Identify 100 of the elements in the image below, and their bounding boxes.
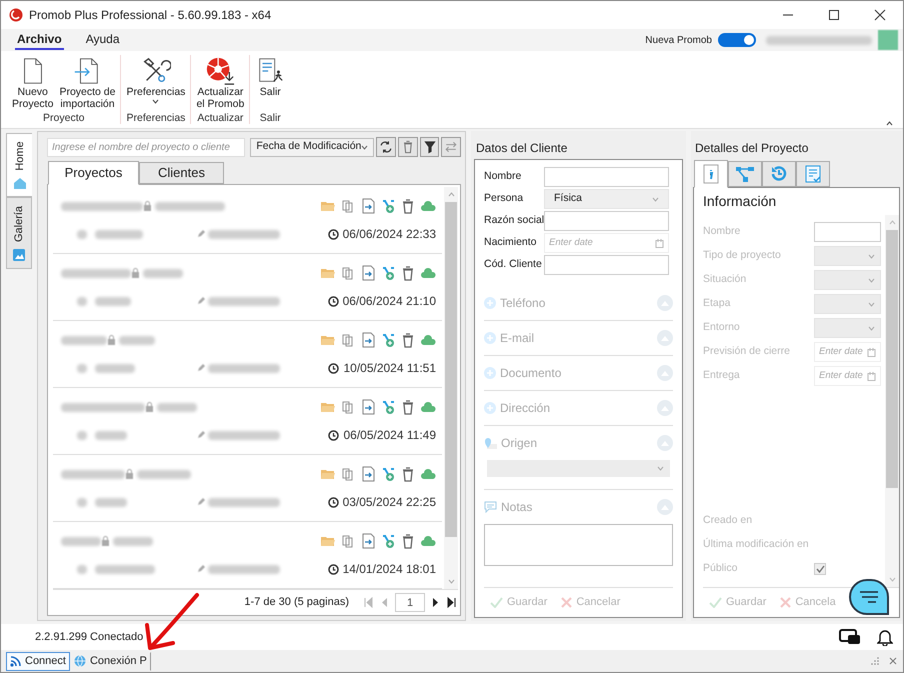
x-icon [561,597,572,608]
calendar-icon [867,372,876,380]
field-label: Tipo de proyecto [703,248,782,264]
text-field[interactable] [544,255,669,275]
detail-tab[interactable] [762,161,796,187]
list-tab[interactable]: Proyectos [48,161,139,185]
filter-icon [422,139,438,155]
blurred-text [208,296,280,306]
sort-dropdown[interactable]: Fecha de Modificación [250,138,374,156]
project-date: 06/06/2024 22:33 [342,226,436,243]
panel-title: Detalles del Proyecto [694,140,810,157]
cloud-icon[interactable] [420,332,436,348]
lock-icon [145,402,154,412]
blurred-text [95,364,135,372]
field-label: Público [703,561,738,576]
side-tab[interactable]: Galería [6,197,32,269]
info-icon [701,164,721,184]
page-field[interactable]: 1 [395,593,425,612]
previous-page-icon[interactable] [380,597,388,608]
share-plus-icon[interactable] [380,533,396,549]
location-pin-icon [484,437,497,449]
blurred-text [61,336,107,344]
ribbon-button[interactable]: Salir [252,55,288,98]
cloud-icon[interactable] [420,466,436,482]
notes-field[interactable] [484,524,673,566]
text-field[interactable] [544,167,669,187]
window-title: Promob Plus Professional - 5.60.99.183 - x64 [29,7,272,24]
chevron-up-icon [448,192,454,197]
share-plus-icon[interactable] [380,265,396,281]
screens-icon[interactable] [839,629,861,645]
trash-button[interactable] [398,137,418,157]
taskbar-button[interactable]: Connect [6,652,70,670]
document-arrow-icon[interactable] [360,198,376,214]
field-label: Nacimiento [484,235,538,250]
ribbon-button[interactable]: Nuevo Proyecto [9,55,56,110]
trash-icon[interactable] [400,332,416,348]
chevron-down-icon [868,254,875,258]
detail-tab[interactable] [796,161,830,187]
bell-icon[interactable] [877,628,893,646]
refresh-button[interactable] [376,137,396,157]
side-tab[interactable]: Home [6,133,32,197]
pencil-icon [197,297,205,305]
clock-icon [328,564,339,574]
calendar-icon [655,238,664,248]
scrollbar[interactable] [885,215,899,587]
trash-icon[interactable] [400,533,416,549]
toggle-switch[interactable] [718,33,756,47]
text-field[interactable] [544,211,669,231]
blurred-text [61,268,131,278]
document-arrow-icon[interactable] [360,332,376,348]
status-text: 2.2.91.299 Conectado [35,630,144,645]
detail-tab[interactable] [728,161,762,187]
triangle-up-icon [661,440,669,446]
document-arrow-icon[interactable] [360,399,376,415]
ribbon-button[interactable]: Preferencias [123,55,188,104]
list-tab[interactable]: Clientes [139,162,224,184]
ribbon-button[interactable]: Actualizar el Promob [193,55,248,110]
close-icon[interactable] [889,657,897,665]
search-field[interactable]: Ingrese el nombre del proyecto o cliente [47,138,246,156]
cloud-icon[interactable] [420,533,436,549]
share-plus-icon[interactable] [380,399,396,415]
persona-dropdown[interactable]: Física [544,189,669,209]
document-arrow-icon[interactable] [360,533,376,549]
panel-title: Datos del Cliente [475,140,568,157]
blurred-text [95,296,131,306]
ribbon-button[interactable]: Proyecto de importación [56,55,118,110]
blurred-text [208,430,280,440]
first-page-icon[interactable] [364,597,373,608]
section-heading: Información [703,192,778,211]
next-page-icon[interactable] [432,597,440,608]
share-plus-icon[interactable] [380,198,396,214]
text-field[interactable] [814,222,881,242]
checkbox[interactable] [814,563,826,575]
trash-icon[interactable] [400,198,416,214]
blurred-text [157,402,197,412]
share-plus-icon[interactable] [380,466,396,482]
document-arrow-icon[interactable] [360,265,376,281]
detail-tab[interactable] [694,160,728,188]
menu-tab[interactable]: Ayuda [84,30,122,50]
trash-icon[interactable] [400,466,416,482]
collapse-ribbon-icon[interactable] [886,121,893,126]
field-label: Persona [484,191,524,206]
document-arrow-icon[interactable] [360,466,376,482]
cloud-icon[interactable] [420,198,436,214]
share-plus-icon[interactable] [380,332,396,348]
taskbar-button[interactable]: Conexión P [70,652,151,670]
last-page-icon[interactable] [447,597,456,608]
project-date: 06/06/2024 21:10 [342,293,436,310]
scrollbar[interactable] [444,187,458,589]
trash-icon[interactable] [400,265,416,281]
field-label: Entorno [703,320,741,336]
cloud-icon[interactable] [420,265,436,281]
chevron-down-icon [868,278,875,282]
cloud-icon[interactable] [420,399,436,415]
chevron-up-icon [888,220,896,225]
filter-button[interactable] [420,137,440,157]
clock-icon [328,296,339,306]
avatar-icon[interactable] [878,30,898,50]
section-label: Notas [501,499,532,516]
trash-icon[interactable] [400,399,416,415]
